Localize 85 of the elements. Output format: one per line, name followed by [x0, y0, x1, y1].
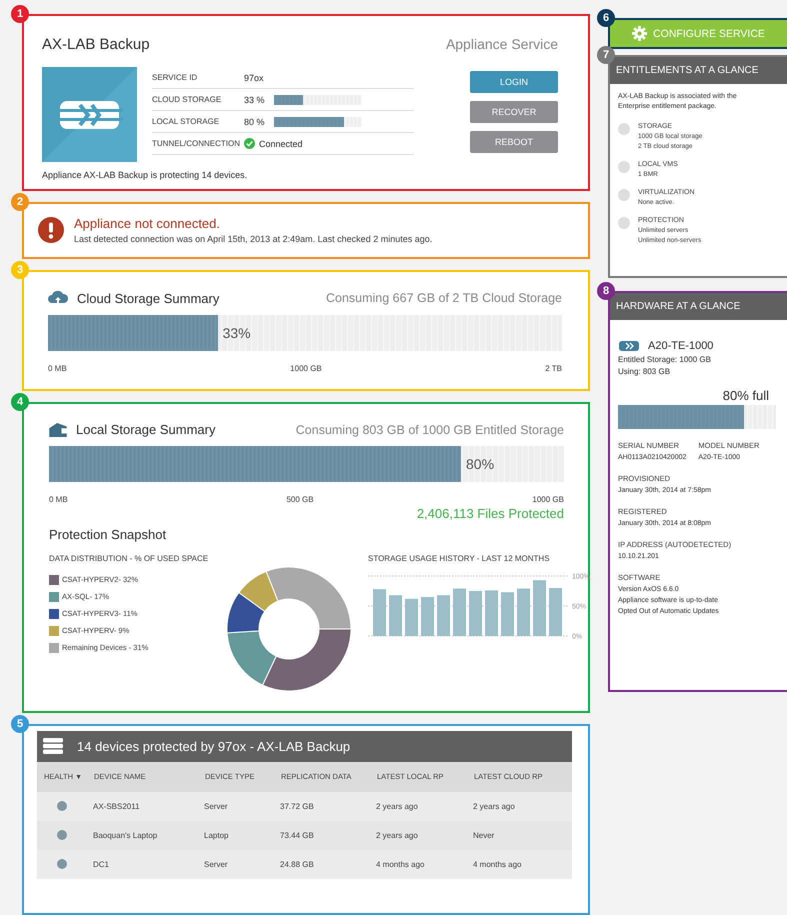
history-bar [485, 590, 498, 636]
entitled-storage: Entitled Storage: 1000 GB [618, 355, 712, 364]
field-value: 97ox [244, 72, 264, 82]
disc-icon [618, 217, 630, 229]
summary-title: Local Storage Summary [76, 422, 216, 438]
house-icon [49, 422, 67, 437]
consumption-text: Consuming 667 GB of 2 TB Cloud Storage [326, 291, 562, 306]
table-cell-text: Baoquan's Laptop [92, 830, 158, 840]
field-label: SERVICE ID [152, 73, 198, 82]
scale-label: 1000 GB [532, 495, 564, 504]
check-icon [244, 138, 255, 149]
scale-label: 2 TB [545, 364, 562, 374]
callout-badge: 5 [11, 714, 29, 733]
table-cell-text: AX-SBS2011 [92, 802, 141, 811]
gear-icon [632, 26, 648, 41]
appliance-icon [618, 340, 640, 352]
scale-label: 0 MB [48, 364, 67, 374]
panel-header: ENTITLEMENTS AT A GLANCE [610, 57, 787, 84]
history-bar [549, 588, 562, 636]
scale-label: 1000 GB [290, 364, 322, 374]
callout-badge: 8 [597, 282, 615, 300]
history-bar [389, 596, 402, 636]
field-label: CLOUD STORAGE [152, 95, 222, 104]
field-label: TUNNEL/CONNECTION [152, 139, 242, 148]
usage-percent: 80% full [722, 388, 769, 403]
callout-badge: 4 [11, 393, 29, 412]
table-cell-text: 4 months ago [375, 860, 426, 869]
files-protected: 2,406,113 Files Protected [416, 506, 564, 522]
history-bar [501, 592, 514, 636]
field-label: LOCAL STORAGE [152, 117, 220, 126]
field-value: 33 % [244, 94, 266, 104]
health-dot-icon [57, 830, 67, 840]
appliance-title: AX-LAB Backup [42, 36, 150, 53]
callout-badge: 2 [11, 192, 29, 211]
history-bar [437, 596, 450, 636]
disc-icon [618, 123, 630, 135]
alert-message: Last detected connection was on April 15th, 2013 at 2:49am. Last checked 2 minutes ago. [74, 234, 432, 244]
callout-badge: 1 [11, 5, 29, 23]
history-bar [469, 591, 482, 636]
callout-badge: 3 [11, 261, 29, 280]
table-cell-text: 2 years ago [472, 802, 516, 811]
field-value: 80 % [244, 116, 266, 126]
error-icon [38, 217, 64, 244]
table-cell-text: 73.44 GB [279, 830, 315, 840]
table-cell-text: Server [203, 860, 229, 869]
disc-icon [618, 189, 630, 201]
devices-title: 14 devices protected by 97ox - AX-LAB Backup [77, 738, 350, 754]
table-cell-text: Never [472, 830, 496, 840]
history-bar [373, 590, 386, 636]
usage-percent: 33% [222, 325, 251, 342]
table-cell-text: 37.72 GB [279, 802, 315, 811]
history-bar [533, 580, 546, 636]
history-bar [453, 589, 466, 636]
table-cell-text: 2 years ago [375, 802, 419, 811]
table-cell-text: Server [203, 802, 229, 811]
health-dot-icon [57, 859, 67, 870]
alert-title: Appliance not connected. [74, 216, 221, 232]
table-cell-text: 4 months ago [472, 860, 522, 869]
history-bar [421, 597, 434, 636]
summary-title: Cloud Storage Summary [77, 290, 220, 306]
table-cell-text: Laptop [203, 830, 230, 840]
history-bar [405, 599, 418, 636]
table-cell-text: 24.88 GB [279, 860, 315, 869]
protection-note: Appliance AX-LAB Backup is protecting 14 devices. [42, 170, 248, 180]
table-cell-text: 2 years ago [375, 830, 419, 840]
service-type: Appliance Service [446, 36, 558, 52]
appliance-logo-icon [42, 67, 137, 162]
scale-label: 500 GB [286, 495, 314, 504]
panel-header: HARDWARE AT A GLANCE [610, 293, 787, 320]
callout-badge: 6 [597, 9, 615, 27]
disc-icon [618, 161, 630, 173]
chart-heading: DATA DISTRIBUTION - % OF USED SPACE [49, 554, 210, 564]
usage-percent: 80% [466, 456, 494, 472]
consumption-text: Consuming 803 GB of 1000 GB Entitled Storage [296, 422, 564, 437]
snapshot-title: Protection Snapshot [49, 527, 168, 542]
table-cell-text: DC1 [92, 860, 110, 869]
chart-heading: STORAGE USAGE HISTORY - LAST 12 MONTHS [368, 554, 551, 564]
health-dot-icon [57, 801, 67, 812]
model-name: A20-TE-1000 [648, 340, 714, 352]
field-value: Connected [259, 138, 303, 148]
server-stack-icon [43, 738, 63, 754]
scale-label: 0 MB [49, 495, 68, 504]
history-bar [517, 589, 530, 636]
used-storage: Using: 803 GB [618, 367, 672, 376]
callout-badge: 7 [597, 46, 615, 64]
